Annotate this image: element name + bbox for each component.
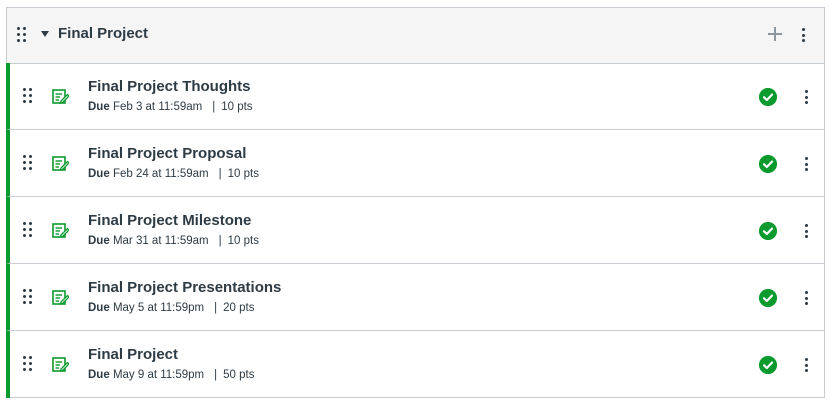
assignment-icon bbox=[52, 290, 69, 305]
caret-down-icon[interactable] bbox=[41, 31, 49, 37]
drag-handle-icon[interactable] bbox=[23, 289, 33, 307]
separator: | bbox=[212, 101, 216, 113]
due-label: Due bbox=[88, 168, 110, 180]
module-title[interactable]: Final Project bbox=[58, 25, 148, 42]
check-circle-icon[interactable] bbox=[759, 155, 777, 173]
points: 50 pts bbox=[223, 369, 255, 381]
due-date: Mar 31 at 11:59am bbox=[112, 235, 209, 247]
item-title-link[interactable]: Final Project Milestone bbox=[88, 212, 251, 229]
assignment-icon bbox=[52, 89, 69, 104]
assignment-icon bbox=[52, 223, 69, 238]
list-item[interactable]: Final Project Thoughts Due Feb 3 at 11:5… bbox=[6, 63, 824, 130]
due-label: Due bbox=[88, 101, 110, 113]
separator: | bbox=[214, 369, 218, 381]
separator: | bbox=[218, 235, 222, 247]
item-meta: Due May 5 at 11:59pm | 20 pts bbox=[88, 302, 254, 314]
item-meta: Due Mar 31 at 11:59am | 10 pts bbox=[88, 235, 259, 247]
list-item[interactable]: Final Project Presentations Due May 5 at… bbox=[6, 264, 824, 331]
add-item-button[interactable] bbox=[767, 26, 783, 42]
list-item[interactable]: Final Project Due May 9 at 11:59pm | 50 pt… bbox=[6, 331, 824, 398]
drag-handle-icon[interactable] bbox=[23, 155, 33, 173]
check-circle-icon[interactable] bbox=[759, 356, 777, 374]
drag-handle-icon[interactable] bbox=[23, 222, 33, 240]
item-meta: Due May 9 at 11:59pm | 50 pts bbox=[88, 369, 254, 381]
points: 10 pts bbox=[227, 168, 259, 180]
item-title-link[interactable]: Final Project bbox=[88, 346, 178, 363]
module-items-list: Final Project Thoughts Due Feb 3 at 11:5… bbox=[6, 63, 824, 398]
item-title-link[interactable]: Final Project Thoughts bbox=[88, 78, 251, 95]
due-date: May 5 at 11:59pm bbox=[112, 302, 205, 314]
item-menu-button[interactable] bbox=[802, 289, 812, 307]
check-circle-icon[interactable] bbox=[759, 289, 777, 307]
item-title-link[interactable]: Final Project Proposal bbox=[88, 145, 246, 162]
item-meta: Due Feb 24 at 11:59am | 10 pts bbox=[88, 168, 259, 180]
due-label: Due bbox=[88, 302, 110, 314]
check-circle-icon[interactable] bbox=[759, 88, 777, 106]
item-meta: Due Feb 3 at 11:59am | 10 pts bbox=[88, 101, 253, 113]
module-menu-button[interactable] bbox=[799, 26, 809, 44]
drag-handle-icon[interactable] bbox=[23, 356, 33, 374]
list-item[interactable]: Final Project Proposal Due Feb 24 at 11:… bbox=[6, 130, 824, 197]
points: 20 pts bbox=[223, 302, 255, 314]
item-menu-button[interactable] bbox=[802, 155, 812, 173]
points: 10 pts bbox=[227, 235, 259, 247]
drag-handle-icon[interactable] bbox=[23, 88, 33, 106]
due-date: May 9 at 11:59pm bbox=[112, 369, 205, 381]
module-header[interactable]: Final Project bbox=[7, 8, 824, 64]
item-menu-button[interactable] bbox=[802, 222, 812, 240]
item-menu-button[interactable] bbox=[802, 356, 812, 374]
module-container: Final Project Final Project Thoughts Due… bbox=[6, 7, 825, 398]
due-label: Due bbox=[88, 235, 110, 247]
assignment-icon bbox=[52, 357, 69, 372]
list-item[interactable]: Final Project Milestone Due Mar 31 at 11… bbox=[6, 197, 824, 264]
assignment-icon bbox=[52, 156, 69, 171]
due-date: Feb 3 at 11:59am bbox=[112, 101, 203, 113]
item-menu-button[interactable] bbox=[802, 88, 812, 106]
check-circle-icon[interactable] bbox=[759, 222, 777, 240]
separator: | bbox=[218, 168, 222, 180]
item-title-link[interactable]: Final Project Presentations bbox=[88, 279, 281, 296]
drag-handle-icon[interactable] bbox=[17, 27, 29, 45]
separator: | bbox=[214, 302, 218, 314]
points: 10 pts bbox=[221, 101, 253, 113]
due-date: Feb 24 at 11:59am bbox=[112, 168, 209, 180]
due-label: Due bbox=[88, 369, 110, 381]
